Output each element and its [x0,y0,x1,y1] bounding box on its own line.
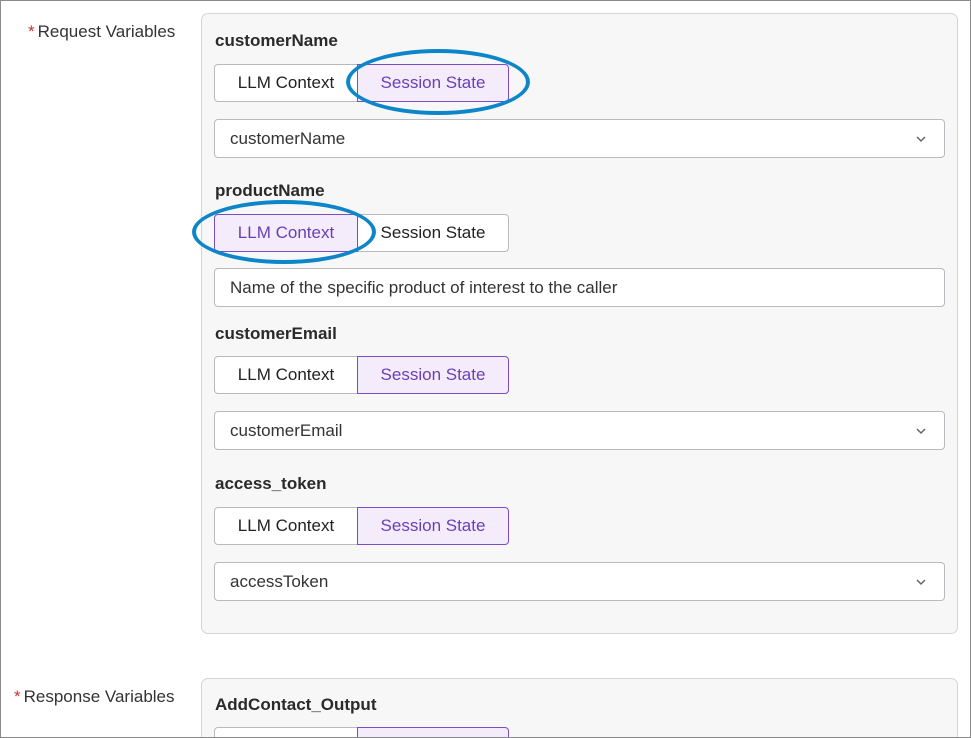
variable-select[interactable]: customerEmail [214,411,945,450]
session-state-option[interactable] [357,727,509,737]
llm-context-option[interactable]: LLM Context [214,214,358,252]
variable-select[interactable]: customerName [214,119,945,158]
required-marker: * [14,687,21,706]
source-toggle: LLM Context Session State [214,356,509,394]
source-toggle: LLM Context Session State [214,214,509,252]
response-variables-label: * Response Variables [14,687,175,706]
variable-name: productName [215,181,325,200]
request-variables-panel: customerName LLM Context Session State c… [201,13,958,634]
chevron-down-icon [916,428,926,435]
variable-select[interactable]: accessToken [214,562,945,601]
request-variables-label: * Request Variables [28,22,176,41]
llm-context-option[interactable]: LLM Context [214,64,358,102]
llm-context-option[interactable]: LLM Context [214,356,358,394]
required-marker: * [28,22,35,41]
variables-form: * Request Variables customerName LLM Cont… [0,0,971,738]
select-value: accessToken [230,571,329,591]
session-state-option[interactable]: Session State [357,214,509,252]
source-toggle: LLM Context Session State [214,64,509,102]
select-value: customerEmail [230,420,343,440]
select-value: customerName [230,128,346,148]
llm-context-option[interactable]: LLM Context [214,507,358,545]
session-state-option[interactable]: Session State [357,356,509,394]
session-state-option[interactable]: Session State [357,507,509,545]
input-value: Name of the specific product of interest… [230,277,618,297]
session-state-option[interactable]: Session State [357,64,509,102]
chevron-down-icon [916,579,926,586]
variable-name: AddContact_Output [215,695,377,714]
variable-description-input[interactable]: Name of the specific product of interest… [214,268,945,307]
variable-name: customerEmail [215,324,337,343]
llm-context-option[interactable] [214,727,358,737]
response-variables-panel: AddContact_Output [201,678,958,737]
variable-name: access_token [215,474,327,493]
variable-name: customerName [215,31,338,50]
source-toggle: LLM Context Session State [214,507,509,545]
source-toggle [214,727,509,737]
chevron-down-icon [916,136,926,143]
